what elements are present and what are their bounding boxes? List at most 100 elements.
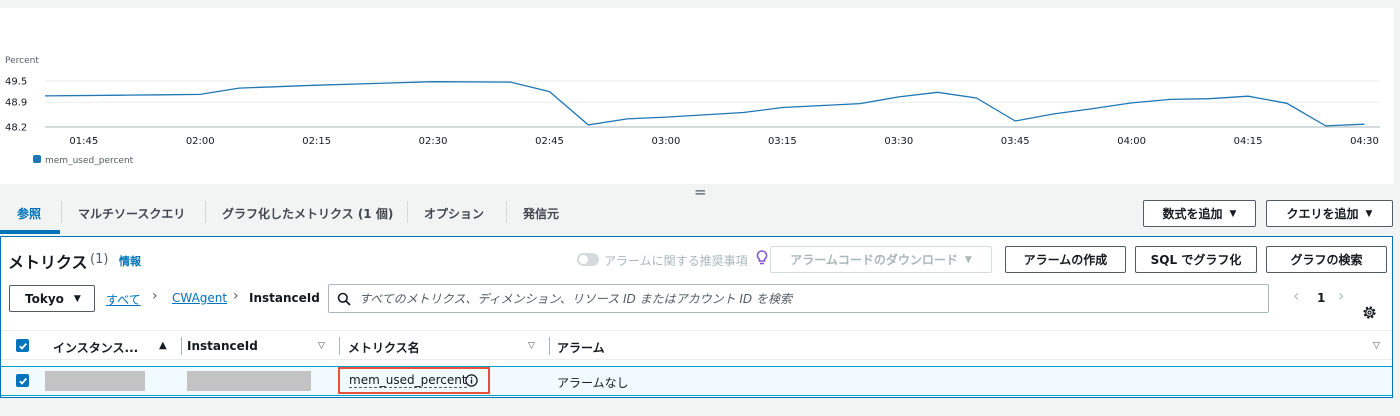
data-point[interactable] <box>1130 101 1134 105</box>
data-point[interactable] <box>1362 122 1366 126</box>
y-axis-ticks: 49.5 48.9 48.2 <box>5 77 27 134</box>
add-query-label: クエリを追加 <box>1286 207 1359 221</box>
column-header-instance-name[interactable]: インスタンス... <box>53 339 138 356</box>
gear-icon[interactable] <box>1362 305 1377 320</box>
x-tick-label: 04:30 <box>1350 136 1379 147</box>
data-point[interactable] <box>1207 97 1211 101</box>
data-point[interactable] <box>780 106 784 110</box>
row-checkbox[interactable] <box>16 374 29 387</box>
data-point[interactable] <box>237 86 241 90</box>
lightbulb-icon[interactable] <box>755 249 769 267</box>
data-point[interactable] <box>159 93 163 97</box>
download-alarm-code-button[interactable]: アラームコードのダウンロード ▼ <box>770 246 992 273</box>
data-point[interactable] <box>548 90 552 94</box>
metrics-browser-panel: メトリクス (1) 情報 アラームに関する推奨事項 アラームコードのダウンロード… <box>0 236 1393 398</box>
data-point[interactable] <box>1168 97 1172 101</box>
x-tick-label: 03:15 <box>768 136 797 147</box>
column-divider[interactable] <box>339 337 340 355</box>
tab-multi-source-query[interactable]: マルチソースクエリ <box>78 194 185 232</box>
tab-graphed-metrics[interactable]: グラフ化したメトリクス (1 個) <box>222 194 393 232</box>
data-point[interactable] <box>742 110 746 114</box>
download-alarm-code-label: アラームコードのダウンロード <box>790 253 958 267</box>
column-divider[interactable] <box>181 337 182 355</box>
x-axis-ticks: 01:45 02:00 02:15 02:30 02:45 03:00 03:15 03:30… <box>69 136 1378 147</box>
column-divider[interactable] <box>549 337 550 355</box>
select-all-checkbox[interactable] <box>16 339 29 352</box>
x-tick-label: 04:15 <box>1234 136 1263 147</box>
previous-page-icon[interactable]: ‹ <box>1293 286 1299 305</box>
x-tick-label: 02:30 <box>419 136 448 147</box>
x-tick-label: 03:00 <box>652 136 681 147</box>
column-header-instance-id[interactable]: InstanceId <box>187 339 258 353</box>
data-point[interactable] <box>509 80 513 84</box>
tab-browse[interactable]: 参照 <box>17 194 41 232</box>
alarm-status-cell: アラームなし <box>557 376 629 390</box>
caret-down-icon: ▼ <box>964 254 972 265</box>
data-point[interactable] <box>625 117 629 121</box>
create-alarm-button[interactable]: アラームの作成 <box>1005 246 1126 273</box>
x-tick-label: 04:00 <box>1117 136 1146 147</box>
data-point[interactable] <box>1052 112 1056 116</box>
series-points <box>43 80 1366 128</box>
column-header-alarm[interactable]: アラーム <box>557 339 605 356</box>
redacted-instance-name <box>45 371 145 391</box>
table-header: インスタンス... ▲ InstanceId ▽ メトリクス名 ▽ アラーム ▽ <box>1 330 1392 360</box>
add-query-button[interactable]: クエリを追加 ▼ <box>1266 200 1393 227</box>
y-tick-label: 48.2 <box>5 123 27 134</box>
sort-toggle-icon[interactable]: ▽ <box>1373 341 1380 351</box>
search-input[interactable] <box>359 289 1259 309</box>
data-point[interactable] <box>121 93 125 97</box>
data-point[interactable] <box>198 92 202 96</box>
next-page-icon[interactable]: › <box>1338 286 1344 305</box>
data-point[interactable] <box>974 96 978 100</box>
sort-toggle-icon[interactable]: ▽ <box>528 341 535 351</box>
tab-options[interactable]: オプション <box>424 194 484 232</box>
data-point[interactable] <box>1324 124 1328 128</box>
tab-separator <box>205 201 206 223</box>
data-point[interactable] <box>431 80 435 84</box>
tab-source[interactable]: 発信元 <box>523 194 559 232</box>
data-point[interactable] <box>936 90 940 94</box>
metrics-heading: メトリクス <box>8 253 88 272</box>
breadcrumb-namespace[interactable]: CWAgent <box>172 291 227 305</box>
metric-name-link[interactable]: mem_used_percent <box>349 374 467 388</box>
x-tick-label: 01:45 <box>69 136 98 147</box>
alarm-recommendations-label: アラームに関する推奨事項 <box>604 254 748 268</box>
add-math-label: 数式を追加 <box>1162 207 1223 221</box>
info-link[interactable]: 情報 <box>119 253 141 269</box>
data-point[interactable] <box>1013 119 1017 123</box>
current-page-number[interactable]: 1 <box>1317 291 1325 305</box>
data-point[interactable] <box>1091 107 1095 111</box>
legend-swatch[interactable] <box>33 155 41 163</box>
metrics-search-box <box>328 284 1269 313</box>
breadcrumb-all[interactable]: すべて <box>106 291 141 308</box>
sort-toggle-icon[interactable]: ▽ <box>318 341 325 351</box>
toggle-knob <box>579 255 588 264</box>
data-point[interactable] <box>586 123 590 127</box>
tab-separator <box>506 201 507 223</box>
alarm-recommendations-toggle[interactable] <box>577 253 599 266</box>
x-tick-label: 02:45 <box>535 136 564 147</box>
data-point[interactable] <box>1246 94 1250 98</box>
chart-panel: Percent 49.5 48.9 48.2 01:45 02:00 02:15 02:3… <box>0 8 1394 184</box>
data-point[interactable] <box>315 83 319 87</box>
data-point[interactable] <box>858 102 862 106</box>
check-icon <box>18 342 27 350</box>
table-row[interactable]: mem_used_percent アラームなし <box>1 366 1392 396</box>
info-icon[interactable] <box>465 374 478 387</box>
x-tick-label: 03:30 <box>884 136 913 147</box>
graph-with-sql-button[interactable]: SQL でグラフ化 <box>1135 246 1257 273</box>
region-select[interactable]: Tokyo ▼ <box>9 285 95 312</box>
tab-separator <box>407 201 408 223</box>
data-point[interactable] <box>43 94 47 98</box>
add-math-button[interactable]: 数式を追加 ▼ <box>1143 200 1256 227</box>
sort-ascending-icon[interactable]: ▲ <box>159 340 167 351</box>
data-point[interactable] <box>1285 101 1289 105</box>
data-point[interactable] <box>897 95 901 99</box>
column-header-metric-name[interactable]: メトリクス名 <box>348 339 420 356</box>
graph-search-button[interactable]: グラフの検索 <box>1266 246 1387 273</box>
y-tick-label: 48.9 <box>5 98 27 109</box>
data-point[interactable] <box>664 115 668 119</box>
chevron-right-icon: › <box>233 288 239 304</box>
legend-label[interactable]: mem_used_percent <box>45 156 134 166</box>
